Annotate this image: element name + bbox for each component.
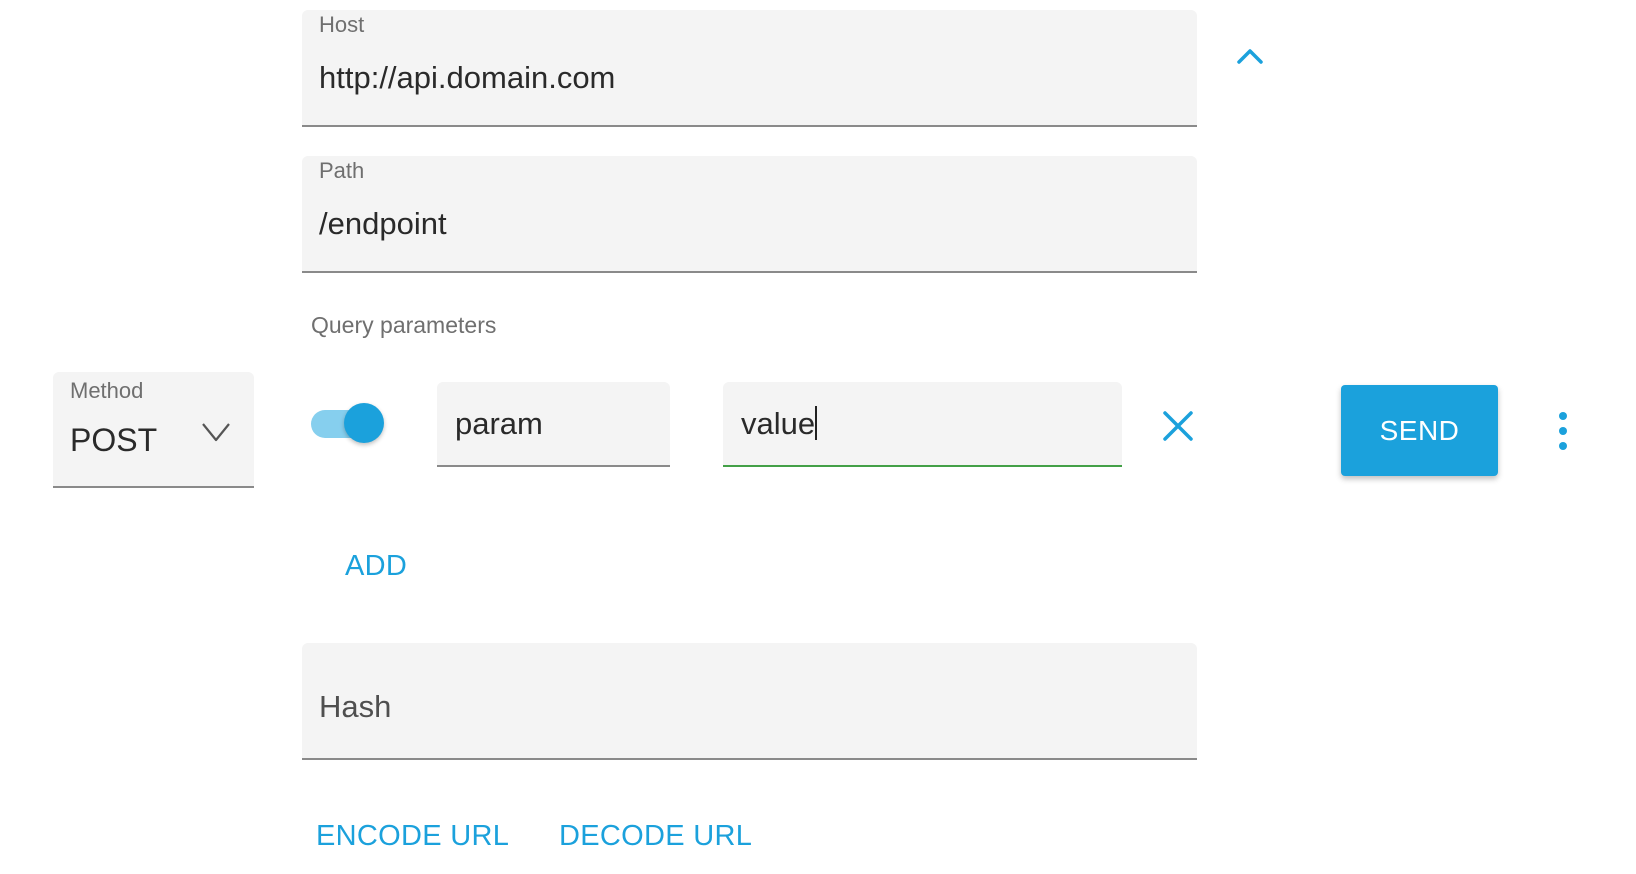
encode-url-button[interactable]: ENCODE URL [316, 820, 509, 853]
path-input[interactable]: /endpoint [319, 206, 447, 242]
path-label: Path [319, 158, 365, 183]
more-vert-icon [1559, 412, 1567, 420]
host-field[interactable]: Host http://api.domain.com [302, 10, 1197, 127]
param-enabled-toggle[interactable] [311, 402, 385, 444]
text-cursor [815, 406, 818, 440]
param-value-input[interactable]: value [723, 382, 1122, 467]
toggle-knob [344, 403, 384, 443]
method-select[interactable]: Method POST [53, 372, 254, 488]
collapse-button[interactable] [1233, 40, 1267, 74]
param-value-value: value [741, 406, 816, 441]
hash-field[interactable]: Hash [302, 643, 1197, 760]
host-label: Host [319, 12, 365, 37]
path-field[interactable]: Path /endpoint [302, 156, 1197, 273]
param-name-input[interactable]: param [437, 382, 670, 467]
chevron-down-icon[interactable] [200, 420, 232, 444]
host-input[interactable]: http://api.domain.com [319, 60, 615, 96]
param-name-value: param [455, 406, 543, 441]
send-button[interactable]: SEND [1341, 385, 1498, 476]
close-icon [1163, 411, 1193, 441]
query-parameters-label: Query parameters [311, 312, 497, 338]
chevron-up-icon [1237, 49, 1263, 64]
remove-param-button[interactable] [1160, 408, 1196, 444]
more-options-button[interactable] [1551, 412, 1575, 452]
hash-input[interactable]: Hash [319, 689, 391, 725]
decode-url-button[interactable]: DECODE URL [559, 820, 752, 853]
method-label: Method [70, 378, 144, 403]
method-value: POST [70, 422, 158, 458]
add-param-button[interactable]: ADD [345, 550, 407, 583]
